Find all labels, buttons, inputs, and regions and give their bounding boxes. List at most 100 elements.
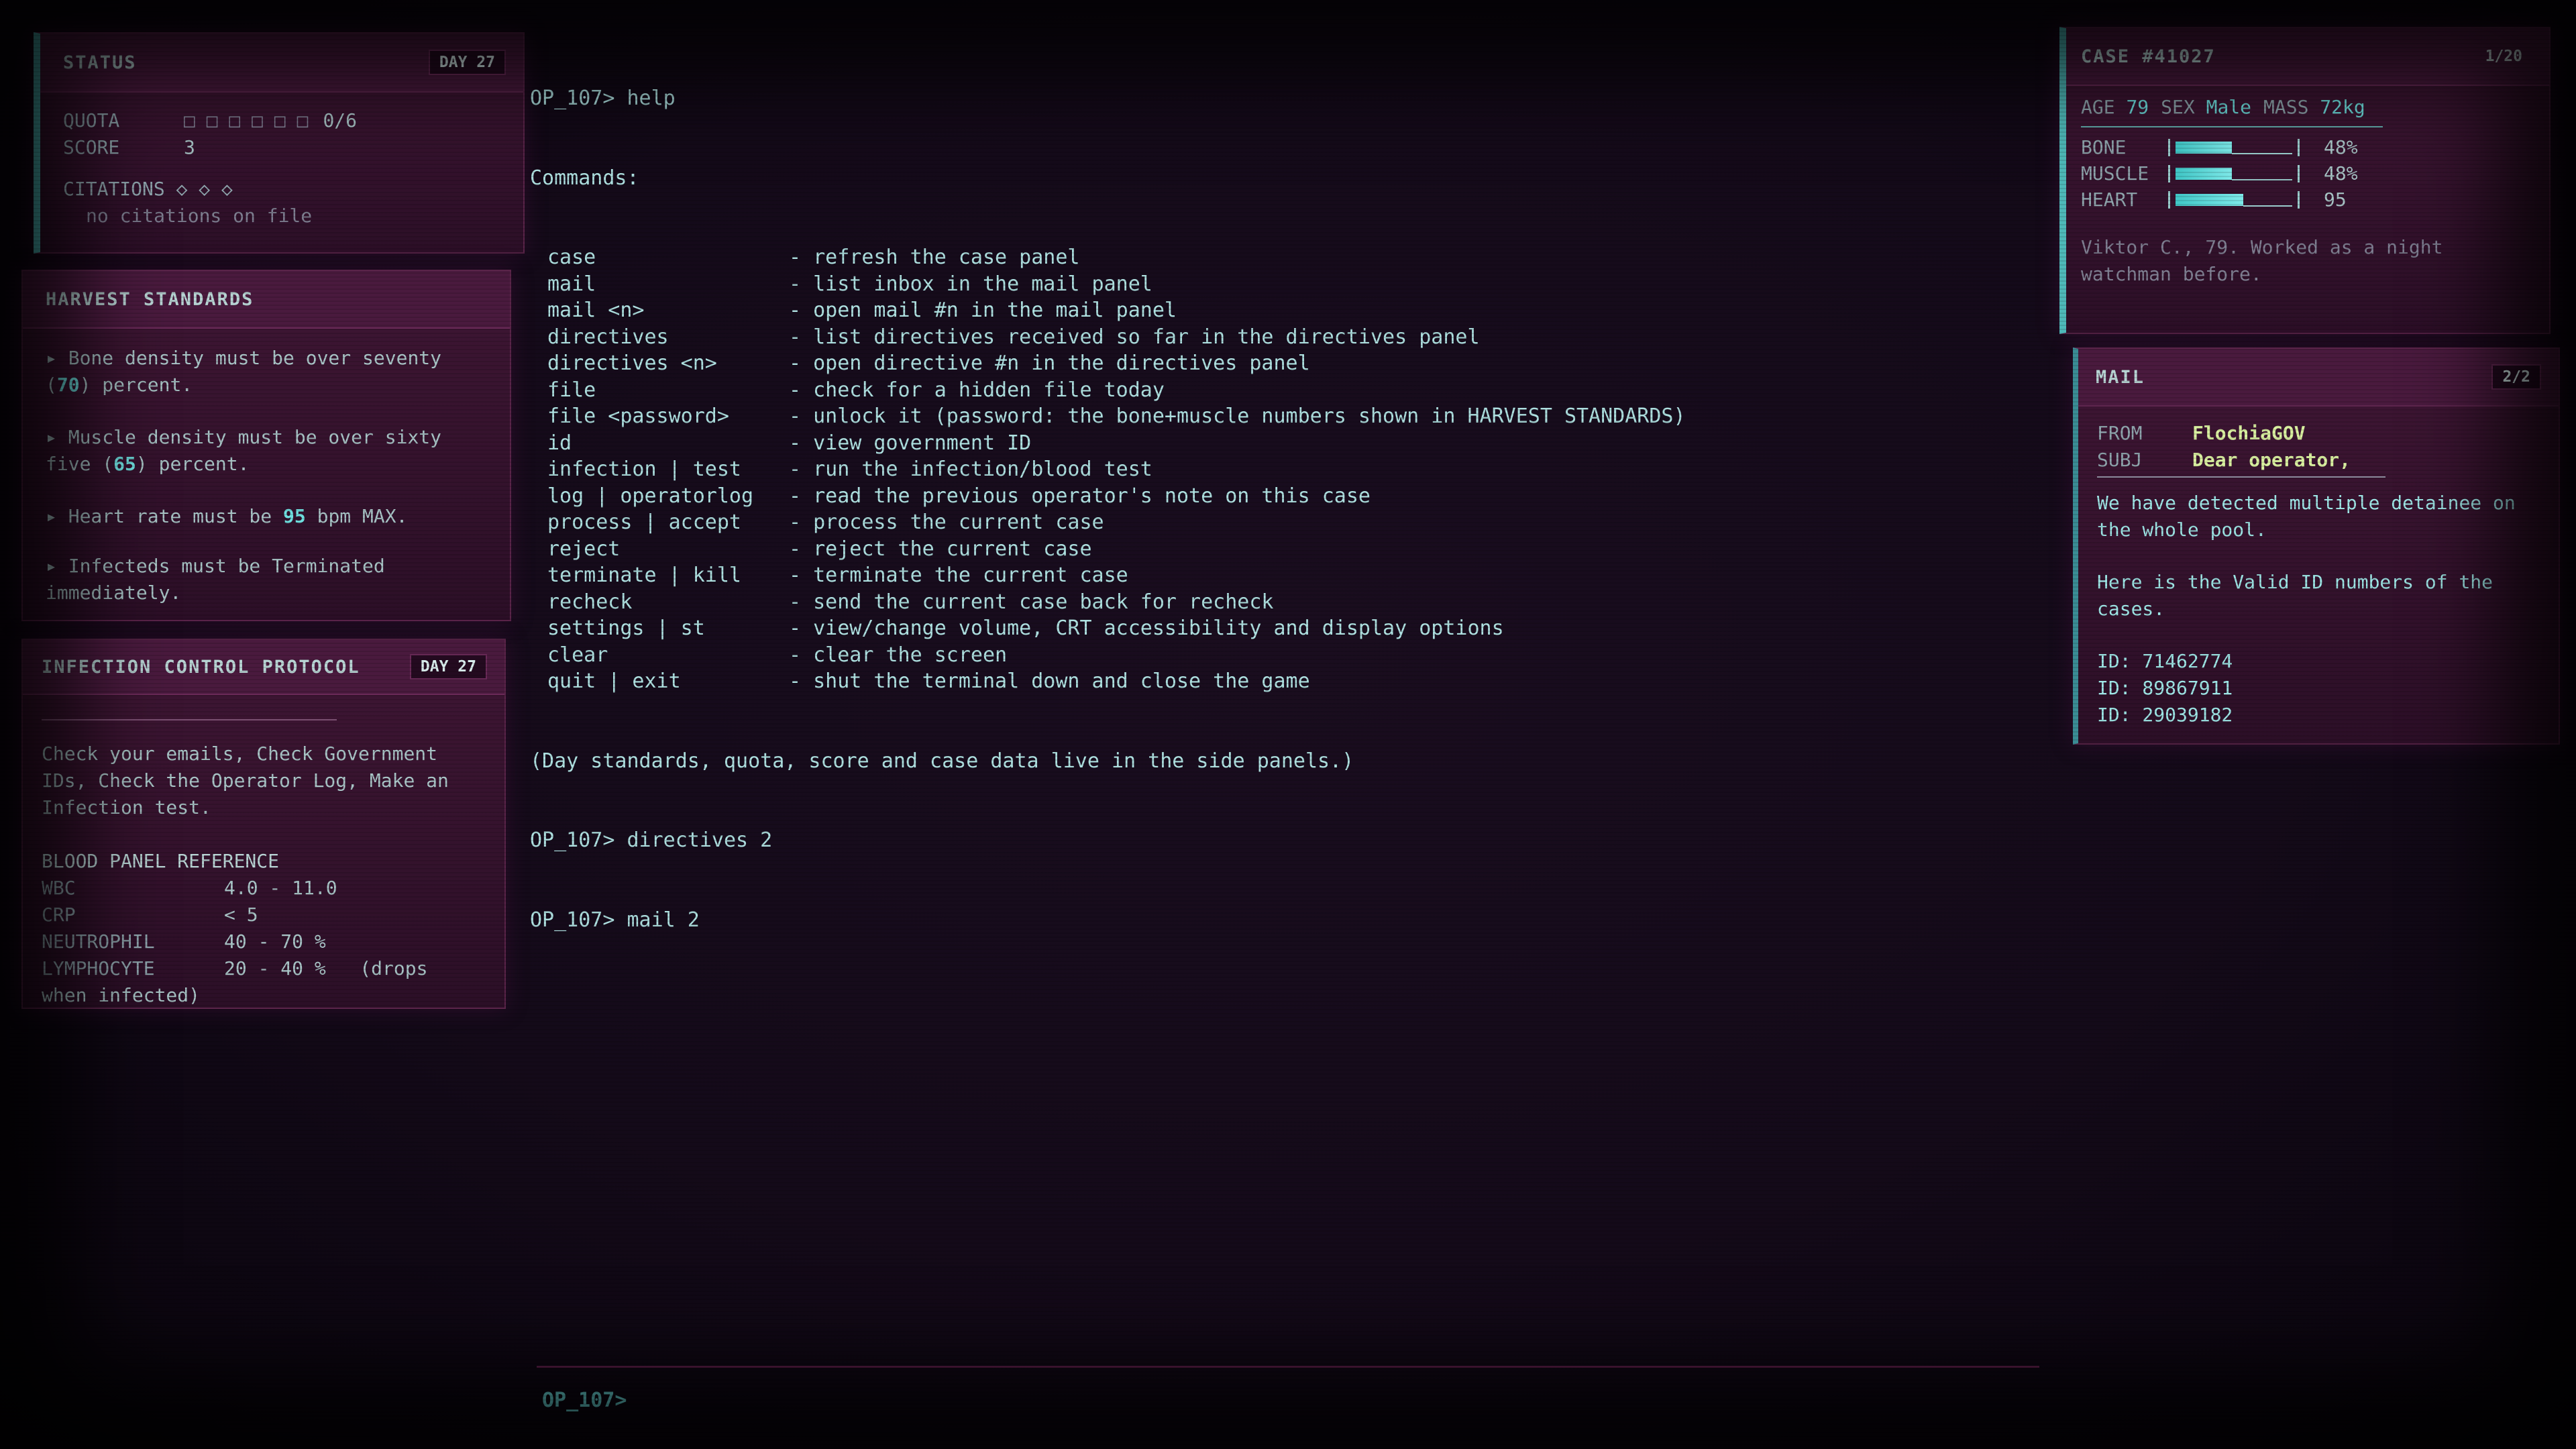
command-row: file - check for a hidden file today <box>530 377 2039 404</box>
command-name: file <password> <box>547 405 729 428</box>
vital-row: HEART 95 <box>2081 186 2534 213</box>
vital-bar-track <box>2243 205 2292 207</box>
command-description: - open mail #n in the mail panel <box>789 299 1177 322</box>
harvest-header: HARVEST STANDARDS <box>23 271 510 329</box>
mail-id: ID: 89867911 <box>2097 677 2233 699</box>
blood-row: WBC 4.0 - 11.0 <box>42 875 486 902</box>
mass-label: MASS <box>2263 96 2309 118</box>
mail-sender: FlochiaGOV <box>2192 422 2306 444</box>
quota-label: QUOTA <box>63 109 120 131</box>
command-name: file <box>547 378 596 402</box>
mail-body-1: We have detected multiple detainee on th… <box>2097 492 2516 541</box>
citations-label: CITATIONS ◇ ◇ ◇ <box>63 178 233 200</box>
case-title: CASE #41027 <box>2081 46 2216 67</box>
divider <box>2097 476 2385 478</box>
command-name: mail <box>547 272 596 296</box>
sex-value: Male <box>2206 96 2252 118</box>
status-title: STATUS <box>63 52 137 73</box>
command-row: mail <n> - open mail #n in the mail panel <box>530 297 2039 324</box>
sex-label: SEX <box>2161 96 2195 118</box>
command-name: quit | exit <box>547 669 681 693</box>
command-description: - read the previous operator's note on t… <box>789 484 1371 508</box>
status-header: STATUS DAY 27 <box>40 34 523 93</box>
command-description: - process the current case <box>789 511 1104 534</box>
terminal-divider <box>537 1366 2039 1368</box>
case-demographics: AGE 79 SEX Male MASS 72kg <box>2081 94 2534 121</box>
mail-from-row: FROM FlochiaGOV <box>2097 420 2540 447</box>
command-row: quit | exit - shut the terminal down and … <box>530 668 2039 695</box>
command-description: - reject the current case <box>789 537 1092 561</box>
blood-row: LYMPHOCYTE 20 - 40 % (drops <box>42 955 486 982</box>
command-description: - clear the screen <box>789 643 1008 667</box>
command-name: infection | test <box>547 458 741 481</box>
command-row: log | operatorlog - read the previous ope… <box>530 483 2039 510</box>
blood-row: CRP < 5 <box>42 902 486 928</box>
command-input[interactable] <box>639 1389 1713 1413</box>
command-description: - view government ID <box>789 431 1032 455</box>
mail-body-2: Here is the Valid ID numbers of the case… <box>2097 571 2493 620</box>
harvest-rule: ▸ Infecteds must be Terminated immediate… <box>46 553 487 606</box>
mail-subject: Dear operator, <box>2192 449 2351 471</box>
harvest-rule: ▸ Bone density must be over seventy (70)… <box>46 345 487 398</box>
command-row: mail - list inbox in the mail panel <box>530 271 2039 298</box>
infection-title: INFECTION CONTROL PROTOCOL <box>42 656 360 678</box>
command-name: log | operatorlog <box>547 484 754 508</box>
rule-number: 65 <box>113 453 136 475</box>
mail-subject-row: SUBJ Dear operator, <box>2097 447 2540 474</box>
vital-value: 48% <box>2324 136 2358 158</box>
command-name: recheck <box>547 590 633 614</box>
infection-day-badge: DAY 27 <box>409 654 487 680</box>
command-row: process | accept - process the current ca… <box>530 509 2039 536</box>
command-row: clear - clear the screen <box>530 642 2039 669</box>
citations-text: no citations on file <box>86 205 313 227</box>
vital-label: HEART <box>2081 188 2138 211</box>
command-description: - check for a hidden file today <box>789 378 1165 402</box>
blood-range: 20 - 40 % (drops <box>224 957 428 979</box>
from-label: FROM <box>2097 422 2143 444</box>
vital-value: 95 <box>2324 188 2347 211</box>
age-label: AGE <box>2081 96 2115 118</box>
status-panel: STATUS DAY 27 QUOTA □ □ □ □ □ □ 0/6 SCOR… <box>34 32 525 254</box>
command-row: recheck - send the current case back for … <box>530 589 2039 616</box>
blood-range: 40 - 70 % <box>224 930 326 953</box>
command-description: - list inbox in the mail panel <box>789 272 1152 296</box>
case-counter: 1/20 <box>2485 48 2522 65</box>
terminal-line: OP_107> directives 2 <box>530 828 773 852</box>
command-description: - open directive #n in the directives pa… <box>789 352 1310 375</box>
command-description: - shut the terminal down and close the g… <box>789 669 1310 693</box>
protocol-intro: Check your emails, Check Government IDs,… <box>42 743 449 818</box>
harvest-standards-panel: HARVEST STANDARDS ▸ Bone density must be… <box>21 270 511 621</box>
terminal-line: (Day standards, quota, score and case da… <box>530 749 1354 773</box>
score-value: 3 <box>184 136 195 158</box>
vital-label: MUSCLE <box>2081 162 2149 184</box>
command-name: id <box>547 431 572 455</box>
command-name: reject <box>547 537 621 561</box>
vital-bar <box>2168 191 2300 209</box>
rule-text: ) percent. <box>79 374 193 396</box>
score-row: SCORE 3 <box>63 134 500 161</box>
quota-value: 0/6 <box>323 109 358 131</box>
mass-value: 72kg <box>2320 96 2365 118</box>
divider <box>2081 126 2383 127</box>
command-description: - send the current case back for recheck <box>789 590 1274 614</box>
blood-name: WBC <box>42 877 76 899</box>
command-description: - view/change volume, CRT accessibility … <box>789 616 1504 640</box>
command-description: - run the infection/blood test <box>789 458 1152 481</box>
command-name: process | accept <box>547 511 741 534</box>
command-row: terminate | kill - terminate the current … <box>530 562 2039 589</box>
infection-header: INFECTION CONTROL PROTOCOL DAY 27 <box>23 640 504 695</box>
blood-name: CRP <box>42 904 76 926</box>
vital-bar-fill <box>2176 141 2232 154</box>
rule-text: bpm MAX. <box>305 505 408 527</box>
blood-name: NEUTROPHIL <box>42 930 155 953</box>
rule-number: 70 <box>56 374 80 396</box>
command-row: directives <n> - open directive #n in the… <box>530 350 2039 377</box>
vital-bar <box>2168 138 2300 156</box>
mail-panel: MAIL 2/2 FROM FlochiaGOV SUBJ Dear operato… <box>2073 347 2560 745</box>
blood-tail: when infected) <box>42 984 201 1006</box>
command-prompt[interactable]: OP_107> <box>542 1389 1713 1413</box>
case-note: Viktor C., 79. Worked as a night watchma… <box>2081 236 2443 285</box>
command-description: - terminate the current case <box>789 564 1128 587</box>
vital-bar <box>2168 164 2300 182</box>
quota-boxes: □ □ □ □ □ □ <box>184 109 309 131</box>
